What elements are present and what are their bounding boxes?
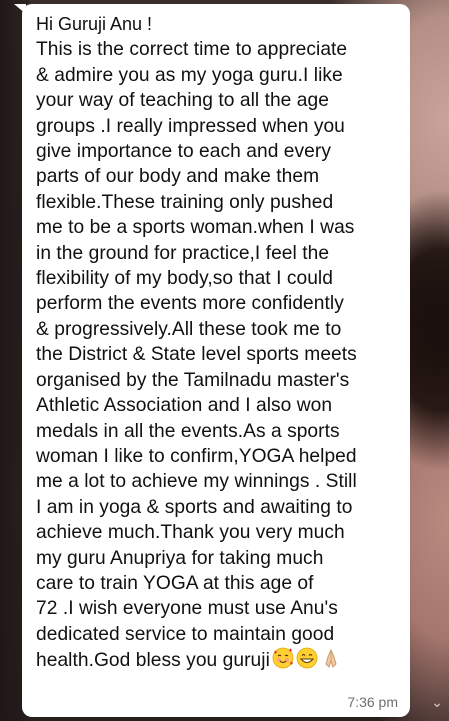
message-line: & admire you as my yoga guru.I like [36, 64, 343, 86]
message-body: This is the correct time to appreciate & … [36, 37, 400, 673]
message-line: parts of our body and make them [36, 166, 320, 188]
message-line: This is the correct time to appreciate [36, 39, 348, 61]
message-line: Athletic Association and I also won [36, 395, 333, 417]
message-line: woman I like to confirm,YOGA helped [36, 445, 357, 467]
message-line: me a lot to achieve my winnings . Still [36, 471, 357, 493]
message-line: flexibility of my body,so that I could [36, 268, 333, 290]
message-line: & progressively.All these took me to [36, 318, 342, 340]
message-line: perform the events more confidently [36, 293, 344, 315]
message-line: achieve much.Thank you very much [36, 522, 345, 544]
message-line: dedicated service to maintain good [36, 623, 335, 645]
folded-hands-icon [325, 648, 337, 669]
message-bubble[interactable]: Hi Guruji Anu ! This is the correct time… [22, 4, 410, 717]
message-last-line: health.God bless you guruji [36, 647, 400, 673]
scroll-down-chevron-icon[interactable]: ⌄ [431, 695, 443, 711]
smiling-face-with-hearts-icon [272, 647, 294, 669]
message-timestamp: 7:36 pm [347, 694, 398, 710]
message-line: give importance to each and every [36, 141, 331, 163]
message-line: 72 .I wish everyone must use Anu's [36, 598, 338, 620]
message-line: health.God bless you guruji [36, 650, 270, 672]
message-line: I am in yoga & sports and awaiting to [36, 496, 353, 518]
message-line: the District & State level sports meets [36, 344, 357, 366]
message-greeting: Hi Guruji Anu ! [36, 14, 153, 34]
message-line: in the ground for practice,I feel the [36, 242, 330, 264]
message-line: flexible.These training only pushed [36, 191, 334, 213]
message-line: your way of teaching to all the age [36, 90, 329, 112]
message-line: groups .I really impressed when you [36, 115, 345, 137]
grinning-face-icon [296, 647, 318, 669]
message-line: care to train YOGA at this age of [36, 572, 314, 594]
message-line: me to be a sports woman.when I was [36, 217, 355, 239]
message-line: my guru Anupriya for taking much [36, 547, 324, 569]
message-line: medals in all the events.As a sports [36, 420, 340, 442]
message-line: organised by the Tamilnadu master's [36, 369, 350, 391]
